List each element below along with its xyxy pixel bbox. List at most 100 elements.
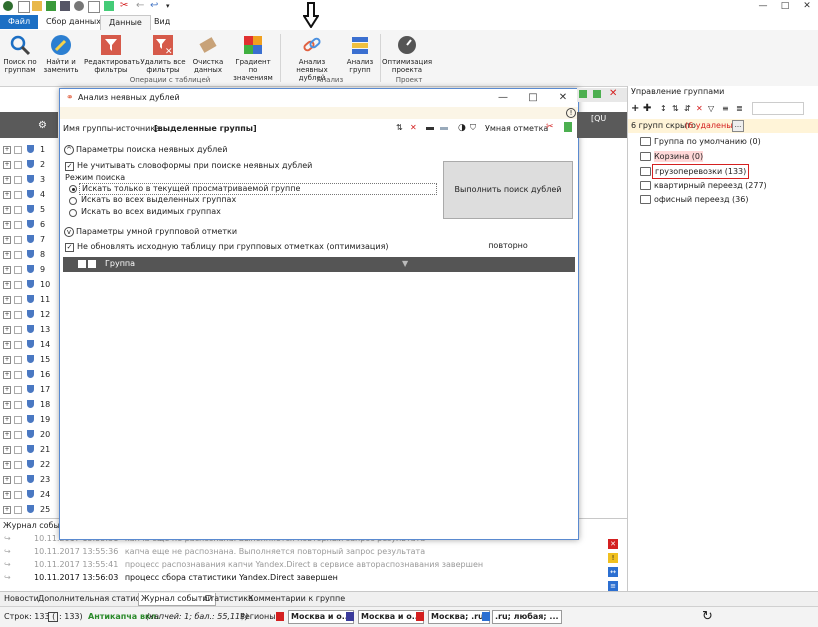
- expand-row-icon[interactable]: +: [3, 386, 11, 394]
- table-row[interactable]: +2: [0, 159, 58, 170]
- row-checkbox[interactable]: [14, 176, 22, 184]
- row-checkbox[interactable]: [14, 266, 22, 274]
- sort-icon[interactable]: ↕: [660, 104, 667, 113]
- row-checkbox[interactable]: [14, 431, 22, 439]
- expand-row-icon[interactable]: +: [3, 431, 11, 439]
- column-filter-icon[interactable]: ▼: [402, 259, 408, 268]
- edit-filters-button[interactable]: Редактировать фильтры: [84, 34, 140, 74]
- row-checkbox[interactable]: [14, 461, 22, 469]
- table-row[interactable]: +13: [0, 324, 58, 335]
- run-search-button[interactable]: Выполнить поиск дублей повторно: [443, 161, 573, 250]
- row-checkbox[interactable]: [14, 146, 22, 154]
- expand-row-icon[interactable]: +: [3, 161, 11, 169]
- redo-icon[interactable]: ↩: [150, 1, 160, 11]
- table-row[interactable]: +7: [0, 234, 58, 245]
- mode-visible-label[interactable]: Искать во всех видимых группах: [81, 207, 221, 216]
- table-row[interactable]: +4: [0, 189, 58, 200]
- find-replace-button[interactable]: Найти и заменить: [42, 34, 80, 74]
- ignore-wordforms-checkbox[interactable]: ✓: [65, 162, 74, 171]
- table-row[interactable]: +21: [0, 444, 58, 455]
- expand-row-icon[interactable]: +: [3, 416, 11, 424]
- region-selector[interactable]: Москва и о...: [288, 610, 354, 624]
- dialog-minimize-button[interactable]: —: [488, 89, 518, 107]
- table-row[interactable]: +5: [0, 204, 58, 215]
- mode-visible-radio[interactable]: [69, 209, 77, 217]
- group-search-input[interactable]: [752, 102, 804, 115]
- refresh-icon[interactable]: ↻: [702, 610, 713, 623]
- expand-row-icon[interactable]: +: [3, 221, 11, 229]
- contrast-icon[interactable]: ◑: [458, 123, 466, 133]
- expand-row-icon[interactable]: +: [3, 326, 11, 334]
- filter-icon[interactable]: ▽: [708, 104, 714, 113]
- row-checkbox[interactable]: [14, 311, 22, 319]
- column-settings-icon[interactable]: ⚙: [38, 120, 47, 131]
- table-row[interactable]: +22: [0, 459, 58, 470]
- info-icon[interactable]: !: [566, 108, 576, 118]
- mode-current-radio[interactable]: [69, 185, 77, 193]
- table-row[interactable]: +16: [0, 369, 58, 380]
- row-checkbox[interactable]: [14, 251, 22, 259]
- row-checkbox[interactable]: [14, 356, 22, 364]
- row-checkbox[interactable]: [14, 416, 22, 424]
- bottom-tab[interactable]: Новости: [2, 593, 41, 605]
- grid-nav-icon[interactable]: [579, 90, 587, 98]
- row-checkbox[interactable]: [14, 341, 22, 349]
- expand-row-icon[interactable]: +: [3, 356, 11, 364]
- expand-row-icon[interactable]: +: [3, 266, 11, 274]
- table-row[interactable]: +1: [0, 144, 58, 155]
- add-group-icon[interactable]: +: [631, 103, 639, 114]
- expand-row-icon[interactable]: +: [3, 146, 11, 154]
- table-row[interactable]: +14: [0, 339, 58, 350]
- table-row[interactable]: +15: [0, 354, 58, 365]
- collapse-all-icon[interactable]: [426, 127, 434, 130]
- row-checkbox[interactable]: [14, 491, 22, 499]
- row-checkbox[interactable]: [14, 476, 22, 484]
- settings-icon[interactable]: [74, 1, 84, 11]
- row-checkbox[interactable]: [14, 386, 22, 394]
- collapse-icon[interactable]: ≡: [722, 104, 729, 113]
- no-update-checkbox[interactable]: ✓: [65, 243, 74, 252]
- uncheck-all-icon[interactable]: ✕: [410, 123, 417, 132]
- quick-access-dropdown-icon[interactable]: ▾: [166, 1, 176, 11]
- tab-data[interactable]: Данные: [100, 15, 151, 31]
- row-checkbox[interactable]: [14, 236, 22, 244]
- expand-row-icon[interactable]: +: [3, 206, 11, 214]
- show-hidden-button[interactable]: ...: [732, 120, 744, 132]
- clear-data-button[interactable]: Очистка данных: [188, 34, 228, 74]
- delete-marked-icon[interactable]: ✂: [546, 122, 554, 132]
- row-checkbox[interactable]: [14, 326, 22, 334]
- expand-row-icon[interactable]: +: [3, 296, 11, 304]
- maximize-button[interactable]: □: [774, 0, 796, 12]
- row-checkbox[interactable]: [14, 281, 22, 289]
- optimization-button[interactable]: Оптимизация проекта: [382, 34, 432, 74]
- tab-file[interactable]: Файл: [0, 15, 39, 29]
- expand-row-icon[interactable]: +: [3, 341, 11, 349]
- add-subgroup-icon[interactable]: ✚: [643, 103, 651, 114]
- expand-row-icon[interactable]: +: [3, 236, 11, 244]
- cut-icon[interactable]: ✂: [120, 1, 130, 11]
- delete-group-icon[interactable]: ✕: [696, 104, 703, 113]
- search-groups-button[interactable]: Поиск по группам: [2, 34, 38, 74]
- smart-mark-button[interactable]: Умная отметка: [485, 124, 548, 133]
- expand-icon[interactable]: ≣: [736, 104, 743, 113]
- tab-collect[interactable]: Сбор данных: [38, 15, 109, 29]
- expand-row-icon[interactable]: +: [3, 191, 11, 199]
- mode-current-label[interactable]: Искать только в текущей просматриваемой …: [79, 183, 437, 195]
- expand-row-icon[interactable]: +: [3, 281, 11, 289]
- table-row[interactable]: +6: [0, 219, 58, 230]
- row-checkbox[interactable]: [14, 191, 22, 199]
- minimize-button[interactable]: —: [752, 0, 774, 12]
- expand-row-icon[interactable]: +: [3, 251, 11, 259]
- table-row[interactable]: +9: [0, 264, 58, 275]
- close-window-button[interactable]: ✕: [796, 0, 818, 12]
- export-marked-icon[interactable]: [564, 122, 572, 132]
- log-filter-icon[interactable]: ≡: [608, 581, 618, 591]
- save-all-icon[interactable]: [60, 1, 70, 11]
- sort-desc-icon[interactable]: ⇅: [672, 104, 679, 113]
- dialog-close-button[interactable]: ✕: [548, 89, 578, 107]
- row-checkbox[interactable]: [14, 401, 22, 409]
- tab-view[interactable]: Вид: [146, 15, 178, 29]
- log-nav-icon[interactable]: ↔: [608, 567, 618, 577]
- table-row[interactable]: +17: [0, 384, 58, 395]
- table-row[interactable]: +10: [0, 279, 58, 290]
